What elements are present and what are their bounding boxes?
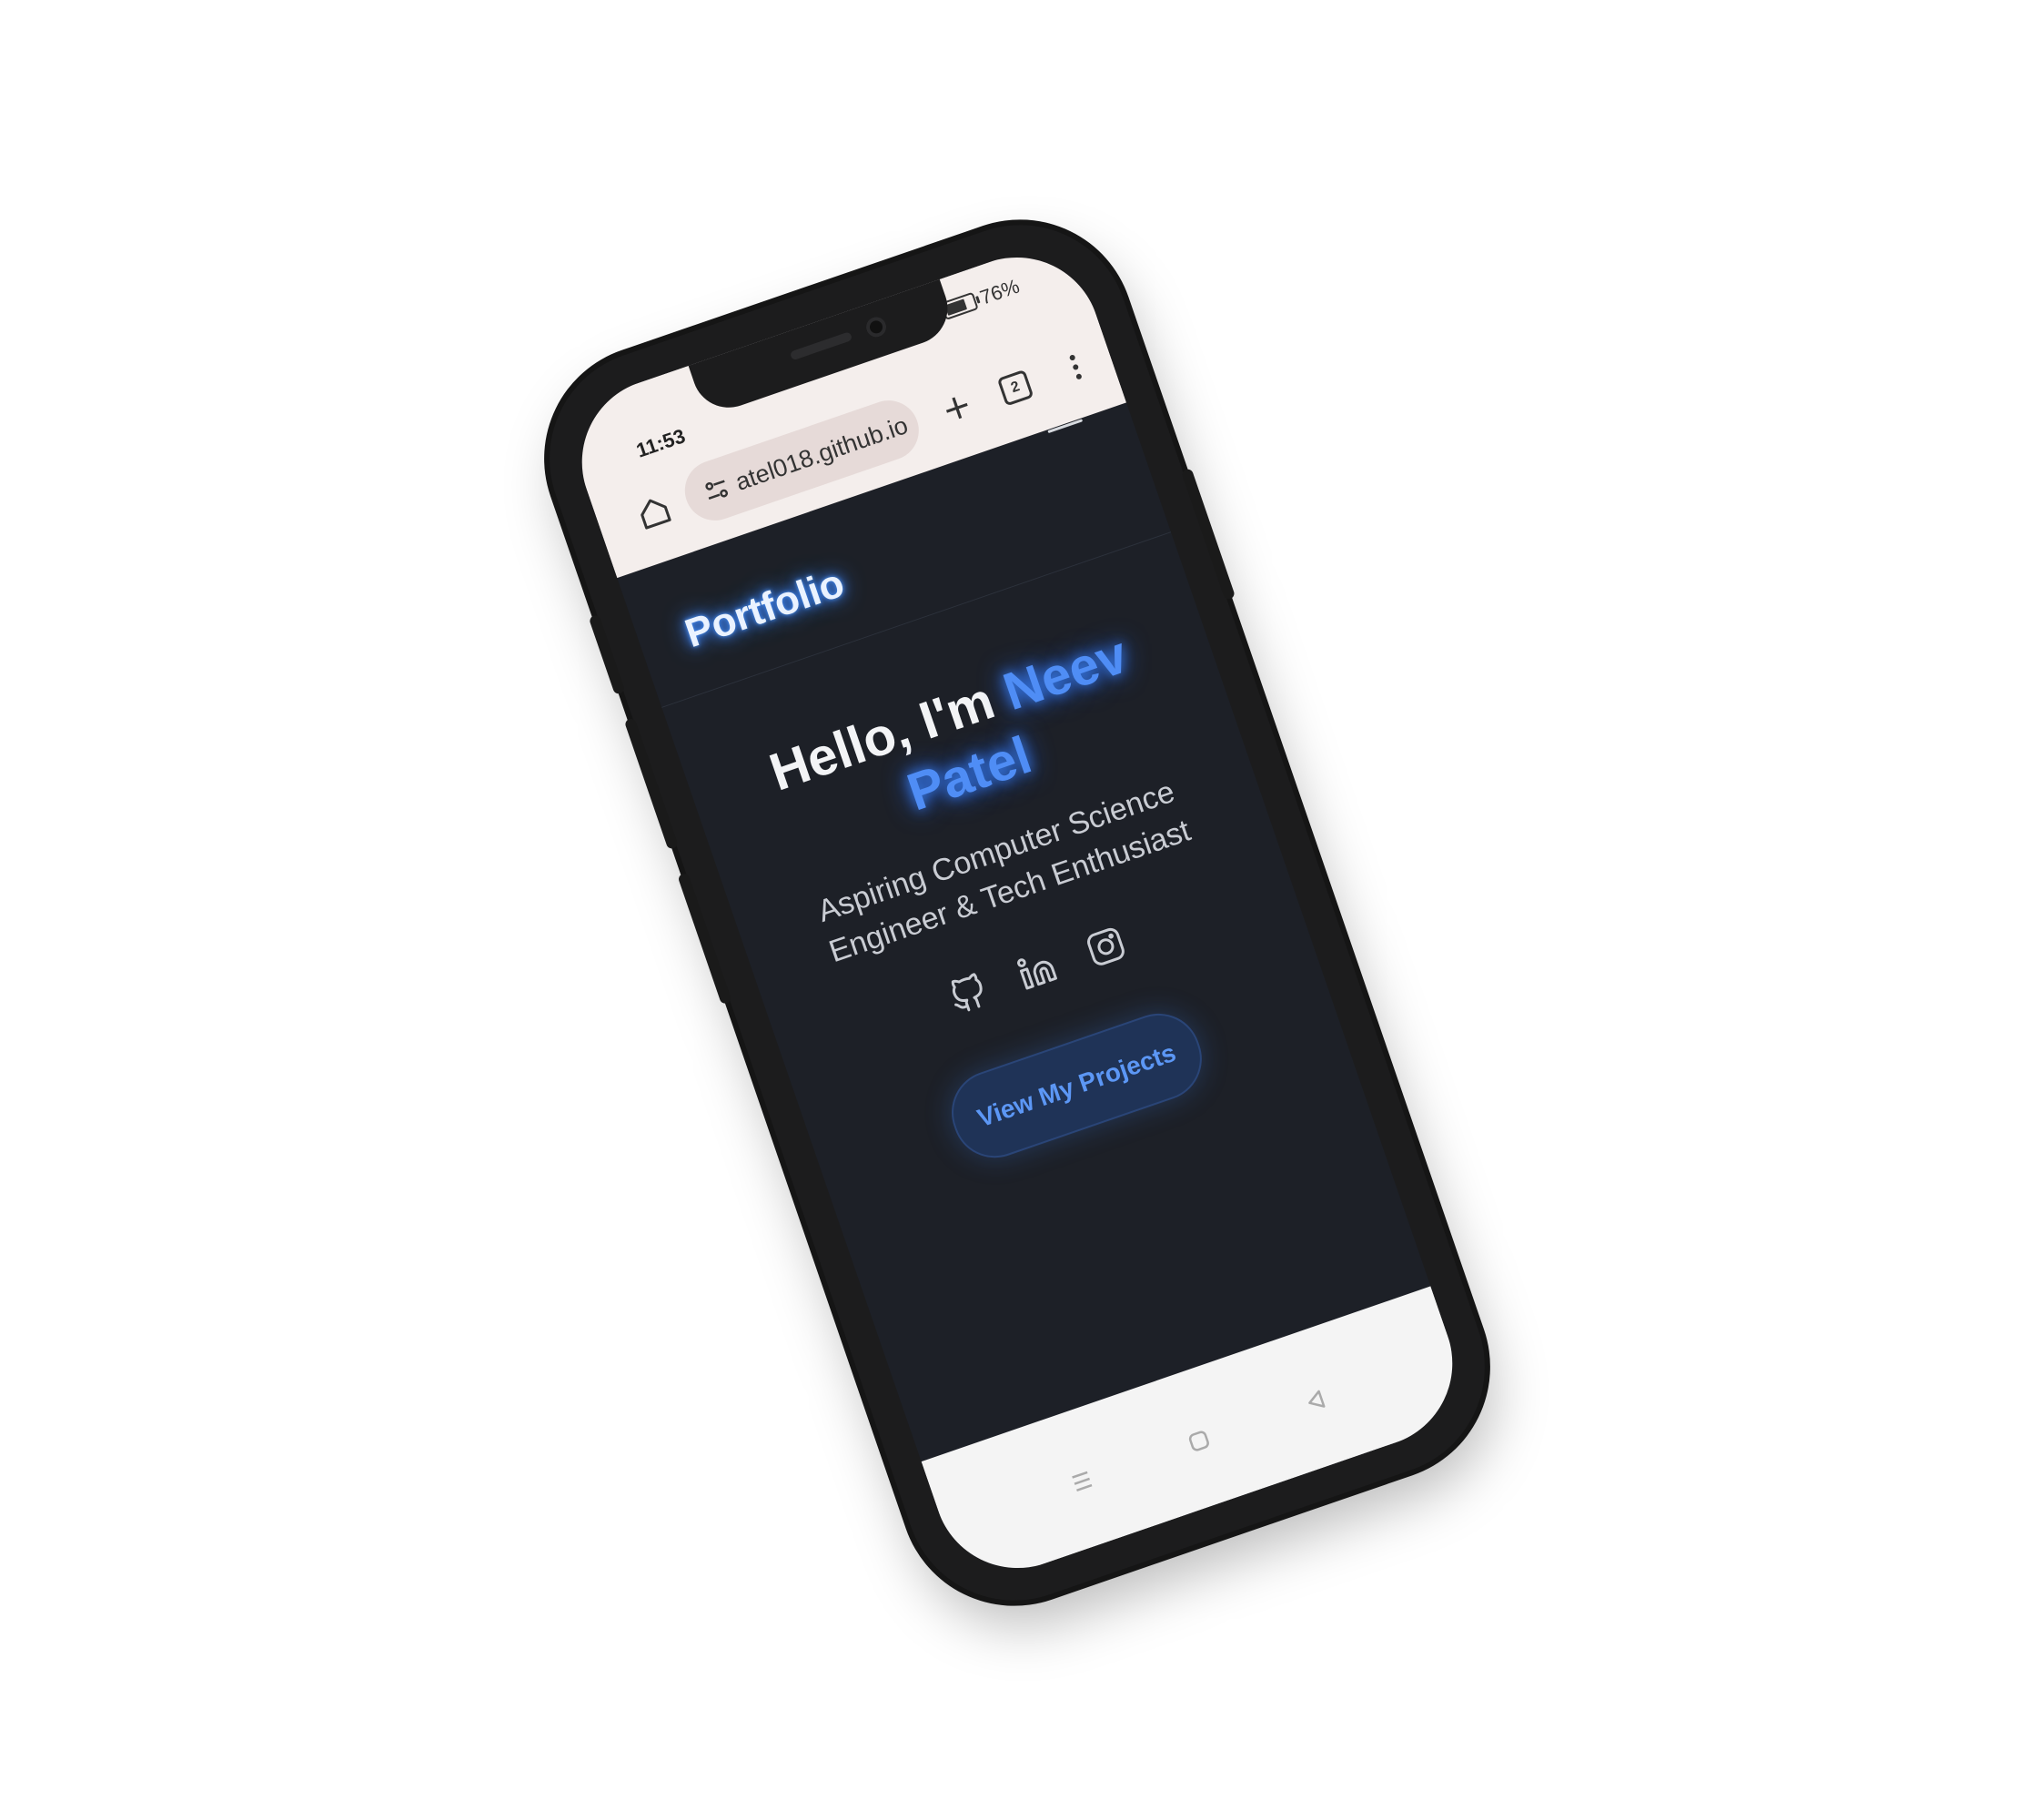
github-icon[interactable] [943,968,994,1019]
status-indicators: 76% [939,275,1023,323]
back-triangle-icon[interactable] [1293,1378,1339,1424]
view-projects-button[interactable]: View My Projects [940,1002,1214,1169]
home-icon[interactable] [629,487,680,538]
front-camera [863,314,890,340]
tab-switcher-button[interactable]: 2 [990,362,1041,413]
mute-switch [588,613,626,695]
hero-section: Hello, I'm Neev Patel Aspiring Computer … [684,596,1346,1215]
volume-up-button [623,717,680,851]
system-nav-bar [921,1286,1476,1591]
more-vertical-icon[interactable] [1050,341,1101,392]
stage: 11:53 76% atel018.github.io 2 Portfolio … [0,0,2038,1820]
plus-icon[interactable] [932,382,983,433]
phone-frame: 11:53 76% atel018.github.io 2 Portfolio … [520,195,1515,1631]
battery-fill [944,298,967,316]
earpiece-speaker [789,331,853,361]
home-circle-icon[interactable] [1175,1418,1222,1464]
instagram-icon[interactable] [1080,921,1131,972]
url-text: atel018.github.io [731,410,912,496]
power-button [1180,468,1236,601]
linkedin-icon[interactable] [1012,945,1063,996]
tab-count: 2 [996,369,1034,407]
battery-percent: 76% [976,274,1023,309]
volume-down-button [677,872,732,1006]
tune-icon[interactable] [697,470,736,510]
recent-apps-icon[interactable] [1059,1458,1105,1504]
brand-logo[interactable]: Portfolio [680,561,850,657]
